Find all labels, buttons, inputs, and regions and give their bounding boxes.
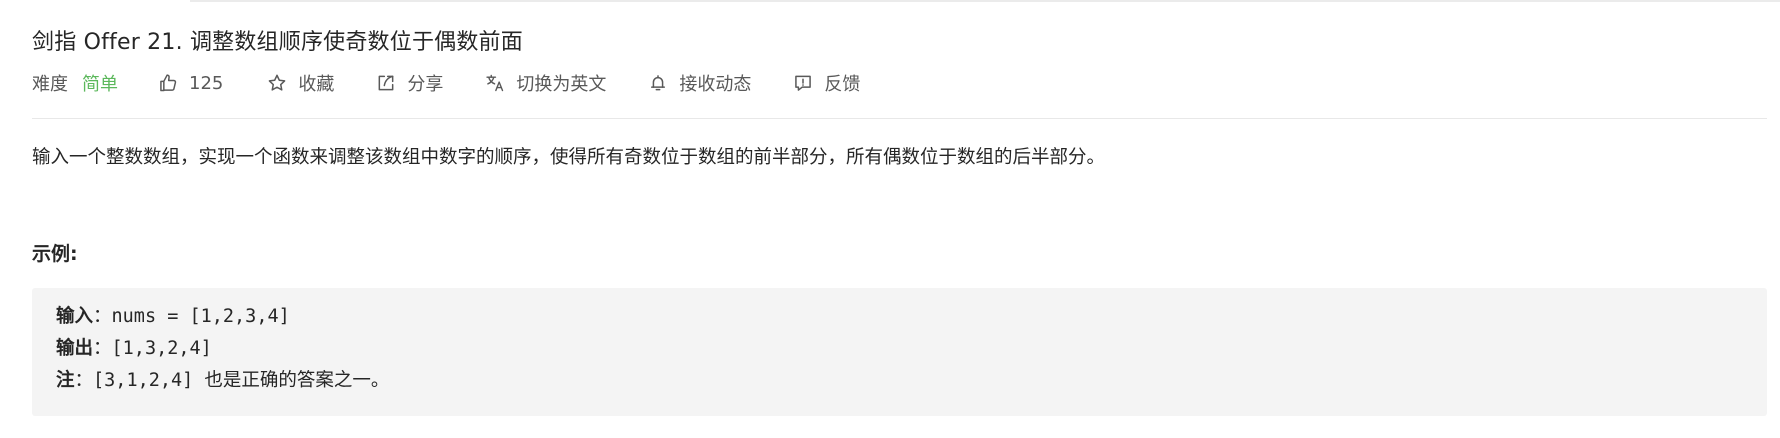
input-colon: ： [93,306,112,327]
problem-meta-bar: 难度 简单 125 收藏 分享 切换为英文 接收动态 反馈 [32,70,902,96]
output-label: 输出 [56,338,94,359]
feedback-label: 反馈 [824,74,861,95]
example-code-block: 输入：nums = [1,2,3,4] 输出：[1,3,2,4] 注：[3,1,… [32,288,1767,416]
note-label: 注 [56,370,75,391]
note-text: 也是正确的答案之一。 [204,370,390,391]
output-value: [1,3,2,4] [111,338,212,359]
problem-title: 剑指 Offer 21. 调整数组顺序使奇数位于偶数前面 [32,30,523,55]
subscribe-button[interactable]: 接收动态 [648,70,751,96]
like-button[interactable]: 125 [158,73,223,94]
thumbs-up-icon [160,74,177,92]
share-button[interactable]: 分享 [376,70,443,96]
example-input-line: 输入：nums = [1,2,3,4] [56,301,1767,333]
top-border [190,0,1780,2]
feedback-icon [795,75,812,91]
note-colon: ： [74,370,94,391]
subscribe-label: 接收动态 [679,74,752,95]
header-divider [32,118,1767,119]
problem-description: 输入一个整数数组，实现一个函数来调整该数组中数字的顺序，使得所有奇数位于数组的前… [32,147,1106,168]
example-output-line: 输出：[1,3,2,4] [56,333,1767,365]
favorite-label: 收藏 [298,74,335,95]
like-count: 125 [189,72,224,94]
difficulty-badge: 简单 [82,74,118,95]
example-note-line: 注：[3,1,2,4] 也是正确的答案之一。 [56,365,1767,397]
note-code: [3,1,2,4] [93,370,194,391]
translate-label: 切换为英文 [516,74,607,95]
translate-button[interactable]: 切换为英文 [485,70,606,96]
bell-icon [651,75,666,91]
output-colon: ： [93,338,112,359]
star-icon [269,74,286,91]
share-icon [378,75,394,91]
translate-icon [486,74,504,92]
feedback-button[interactable]: 反馈 [793,70,860,96]
input-label: 输入 [56,306,94,327]
favorite-button[interactable]: 收藏 [267,70,334,96]
input-value: nums = [1,2,3,4] [111,306,290,327]
share-label: 分享 [407,74,444,95]
difficulty-label: 难度 [32,74,68,95]
example-heading: 示例: [32,243,78,265]
